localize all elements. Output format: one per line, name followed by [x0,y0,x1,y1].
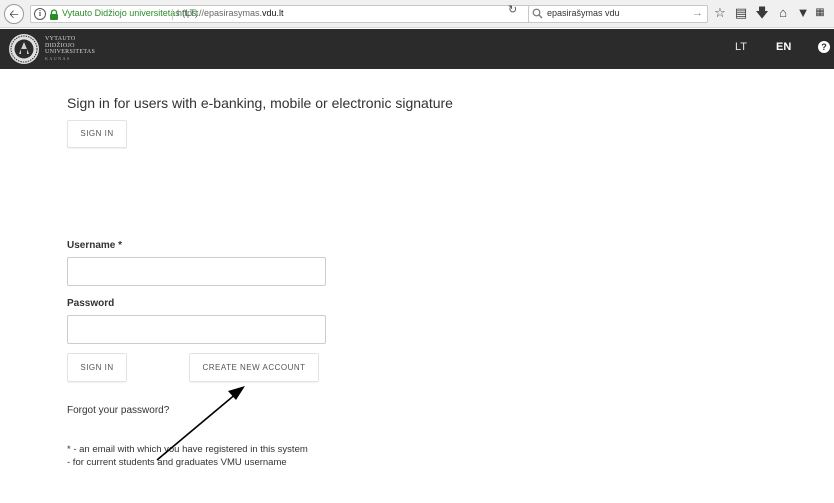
search-box[interactable]: epasirašymas vdu → [528,5,708,23]
reading-list-icon[interactable]: ▤ [733,5,749,21]
info-icon[interactable]: i [34,8,46,20]
url-text[interactable]: https://epasirasymas.vdu.lt [177,8,284,18]
go-arrow-icon[interactable]: → [692,7,703,19]
extension-icon[interactable]: ▦ [812,5,828,21]
logo-line: UNIVERSITETAS [45,49,96,55]
search-icon [532,8,543,19]
url-separator [172,9,173,20]
esign-sign-in-button[interactable]: SIGN IN [67,120,127,148]
back-arrow-icon[interactable]: 🡠 [4,4,24,24]
site-header: VYTAUTO DIDŽIOJO UNIVERSITETAS KAUNAS [0,29,834,69]
sign-in-button[interactable]: SIGN IN [67,353,127,382]
username-field[interactable] [67,257,326,286]
home-icon[interactable]: ⌂ [775,5,791,21]
address-bar[interactable]: i Vytauto Didžiojo universitetas (LT) ht… [30,5,530,23]
browser-toolbar: 🡠 i Vytauto Didžiojo universitetas (LT) … [0,0,834,28]
logo-line: KAUNAS [45,55,71,61]
password-field[interactable] [67,315,326,344]
pocket-icon[interactable]: ▼ [795,5,811,21]
create-account-button[interactable]: CREATE NEW ACCOUNT [189,353,319,382]
university-name-logo: VYTAUTO DIDŽIOJO UNIVERSITETAS KAUNAS [45,36,95,62]
password-label: Password [67,298,115,309]
esign-heading: Sign in for users with e-banking, mobile… [67,95,453,111]
university-seal-logo[interactable] [8,33,40,65]
url-prefix: https://epasirasymas. [177,8,263,18]
language-lt-link[interactable]: LT [735,41,747,53]
username-note: * - an email with which you have registe… [67,444,308,455]
help-icon[interactable]: ? [818,41,830,53]
username-label: Username * [67,240,123,251]
forgot-password-link[interactable]: Forgot your password? [67,405,169,416]
lock-icon [50,9,58,20]
annotation-arrow [156,386,245,461]
download-icon[interactable]: 🡇 [754,5,770,21]
bookmark-star-icon[interactable]: ☆ [712,5,728,21]
language-en-link[interactable]: EN [776,41,791,53]
username-note-students: - for current students and graduates VMU… [67,457,287,468]
reload-icon[interactable]: ↻ [508,3,517,16]
url-domain: vdu.lt [262,8,284,18]
search-text: epasirašymas vdu [547,8,620,18]
